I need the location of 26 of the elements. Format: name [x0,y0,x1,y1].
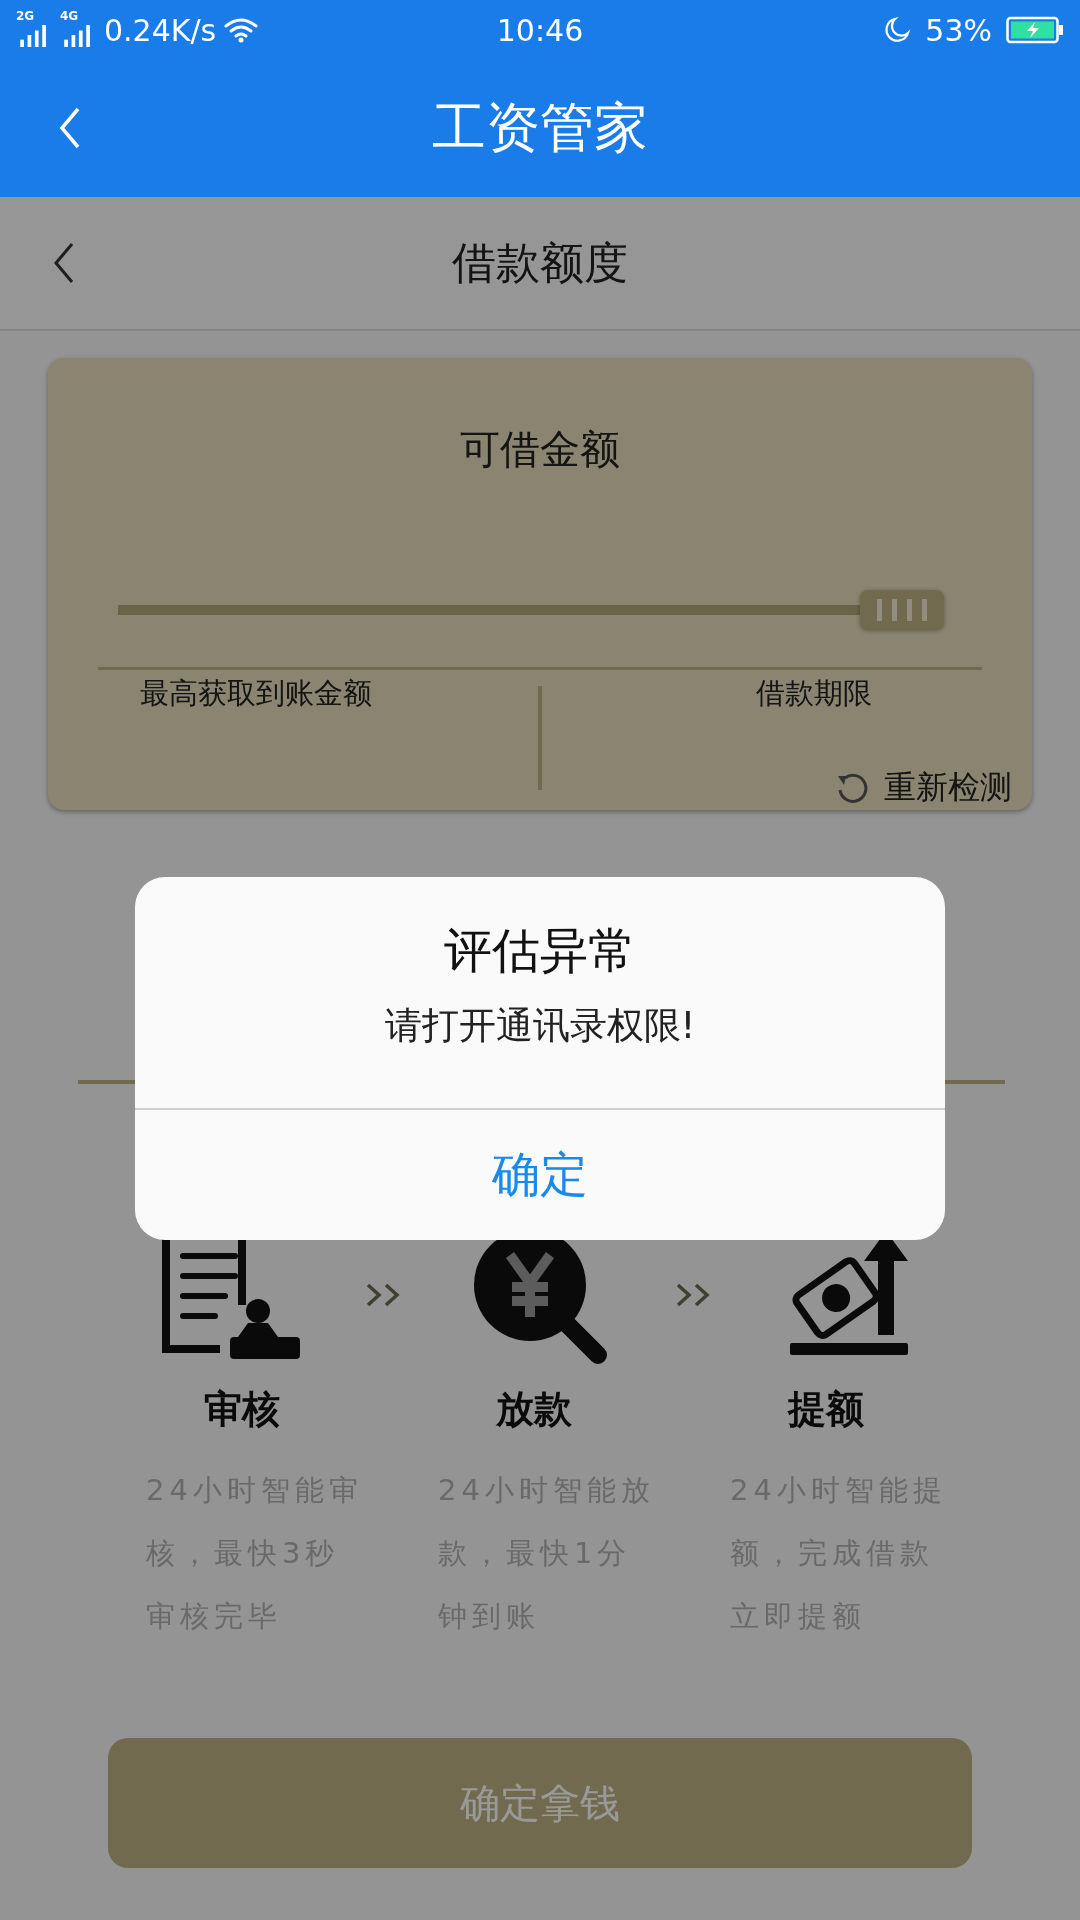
back-icon[interactable] [58,106,82,150]
recheck-link[interactable]: 重新检测 [832,766,1012,810]
step-title: 提额 [786,1386,865,1433]
signal-icon [20,25,48,47]
back-icon[interactable] [52,241,76,285]
signal-icon [64,25,92,47]
network-speed: 0.24K/s [104,12,217,48]
dialog-title: 评估异常 [444,921,636,980]
battery-percent: 53% [925,12,992,48]
clock: 10:46 [496,12,584,48]
battery-icon [1006,16,1064,44]
step-title: 审核 [203,1386,281,1433]
network-label: 2G [16,9,35,23]
network-label: 4G [60,9,79,23]
app-title: 工资管家 [432,95,648,161]
page-title: 借款额度 [452,235,628,290]
ok-button[interactable]: 确定 [135,1108,945,1240]
dialog-message: 请打开通讯录权限! [384,1003,696,1049]
amount-label: 最高获取到账金额 [140,675,373,712]
wifi-icon [224,17,259,43]
step-title: 放款 [494,1386,573,1433]
card-title: 可借金额 [459,425,621,474]
slider-thumb[interactable] [860,590,944,630]
confirm-button[interactable]: 确定拿钱 [108,1738,972,1868]
moon-icon [883,16,912,44]
term-label: 借款期限 [756,675,872,712]
